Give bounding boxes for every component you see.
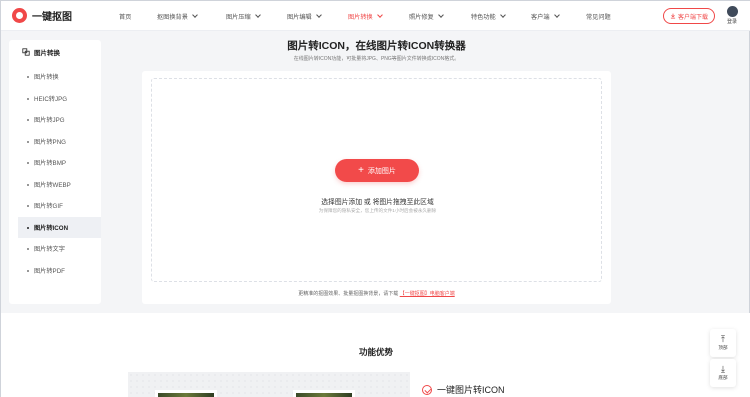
nav-item-faq[interactable]: 常见问题 [586, 1, 611, 31]
nav-item-label: 图片压缩 [226, 13, 251, 21]
main-content: 图片转ICON，在线图片转ICON转换器 在线图片转ICON功能，可批量将JPG… [142, 31, 611, 304]
nav-item-repair[interactable]: 照片修复 [409, 1, 444, 31]
sidebar-item-label: 图片转PNG [34, 138, 66, 146]
chevron-down-icon [254, 11, 261, 18]
sidebar-item-label: 图片转换 [34, 74, 59, 82]
back-to-top-label: 顶部 [718, 345, 728, 350]
page-subtitle: 在线图片转ICON功能，可批量将JPG、PNG等图片文件转换成ICON格式。 [293, 56, 460, 62]
avatar [726, 6, 738, 17]
sidebar-item-label: 图片转GIF [34, 203, 63, 211]
sidebar-item-to-jpg[interactable]: 图片转JPG [9, 109, 101, 131]
sidebar-item-heic-to-jpg[interactable]: HEIC转JPG [9, 88, 101, 110]
nav-item-label: 常见问题 [586, 13, 611, 21]
brand-logo-icon [12, 8, 27, 23]
nav-item-features[interactable]: 特色功能 [471, 1, 506, 31]
arrow-up-icon: ⤒ [721, 334, 725, 344]
feature-title: 一键图片转ICON [437, 385, 505, 395]
nav-item-home[interactable]: 首页 [119, 1, 131, 31]
privacy-note: 为保障您的隐私安全，您上传的文件1小时后会被永久删除 [318, 208, 437, 213]
chevron-down-icon [376, 11, 383, 18]
sidebar-item-to-webp[interactable]: 图片转WEBP [9, 174, 101, 196]
download-label: 客户端下载 [677, 14, 708, 21]
plus-icon: + [358, 164, 364, 176]
sidebar-item-label: 图片转BMP [34, 160, 66, 168]
top-navigation-bar: 一键抠图 首页 抠图换背景 图片压缩 图片编辑 图片转换 照片修复 特色功能 客… [1, 1, 750, 31]
demo-image [155, 390, 217, 397]
nav-item-label: 抠图换背景 [157, 13, 188, 21]
to-bottom-label: 底部 [718, 375, 728, 380]
sidebar-item-to-png[interactable]: 图片转PNG [9, 131, 101, 153]
section-title: 功能优势 [358, 347, 393, 357]
login-label: 登录 [726, 19, 737, 25]
sidebar-item-label: 图片转文字 [34, 246, 65, 254]
nav-item-cutout[interactable]: 抠图换背景 [157, 1, 198, 31]
sidebar-item-to-text[interactable]: 图片转文字 [9, 238, 101, 260]
sidebar-item-label: 图片转ICON [34, 224, 69, 232]
nav-item-label: 图片转换 [348, 13, 373, 21]
nav-item-edit[interactable]: 图片编辑 [287, 1, 322, 31]
sidebar-item-label: HEIC转JPG [34, 95, 68, 103]
chevron-down-icon [437, 11, 444, 18]
client-promo-text: 更精准的抠图效果、批量抠图换背景，请下载 [298, 291, 399, 297]
back-to-top-button[interactable]: ⤒ 顶部 [710, 329, 736, 357]
upload-dropzone[interactable]: + 添加图片 选择图片添加 或 将图片拖拽至此区域 为保障您的隐私安全，您上传的… [151, 78, 602, 282]
add-image-button[interactable]: + 添加图片 [335, 159, 419, 182]
nav-item-label: 客户端 [531, 13, 550, 21]
chevron-down-icon [192, 11, 198, 18]
chevron-down-icon [553, 11, 560, 18]
page-title: 图片转ICON，在线图片转ICON转换器 [287, 40, 466, 52]
sidebar-title: 图片转换 [34, 50, 60, 57]
sidebar-item-to-icon[interactable]: 图片转ICON [18, 216, 101, 238]
sidebar: 图片转换 图片转换 HEIC转JPG 图片转JPG 图片转PNG 图片转BMP … [9, 40, 101, 304]
arrow-down-icon: ⤓ [721, 364, 725, 374]
sidebar-item-label: 图片转JPG [34, 117, 65, 125]
convert-icon [22, 48, 30, 56]
add-image-label: 添加图片 [367, 167, 396, 175]
client-promo-link[interactable]: 【一键抠图】电脑客户端 [400, 291, 455, 297]
demo-preview [128, 372, 410, 397]
login-button[interactable]: 登录 [723, 6, 741, 25]
check-circle-icon [422, 384, 432, 395]
brand-name: 一键抠图 [32, 12, 72, 23]
nav-item-label: 特色功能 [471, 13, 496, 21]
brand-logo[interactable]: 一键抠图 [12, 8, 100, 23]
nav-item-compress[interactable]: 图片压缩 [226, 1, 261, 31]
sidebar-item-image-convert[interactable]: 图片转换 [9, 66, 101, 88]
chevron-down-icon [499, 11, 506, 18]
demo-image [293, 390, 355, 397]
sidebar-item-to-bmp[interactable]: 图片转BMP [9, 152, 101, 174]
features-section: 功能优势 一键图片转ICON [1, 313, 750, 397]
sidebar-item-to-gif[interactable]: 图片转GIF [9, 195, 101, 217]
feature-item: 一键图片转ICON [422, 383, 505, 396]
chevron-down-icon [315, 11, 322, 18]
nav-item-label: 图片编辑 [287, 13, 312, 21]
nav-item-label: 照片修复 [409, 13, 434, 21]
sidebar-item-label: 图片转PDF [34, 267, 65, 275]
client-promo: 更精准的抠图效果、批量抠图换背景，请下载 【一键抠图】电脑客户端 [142, 290, 611, 297]
download-icon [670, 13, 676, 19]
nav-item-label: 首页 [119, 13, 132, 21]
sidebar-item-label: 图片转WEBP [34, 181, 71, 189]
sidebar-header: 图片转换 [9, 40, 101, 64]
drop-hint: 选择图片添加 或 将图片拖拽至此区域 [321, 199, 434, 206]
nav-item-client[interactable]: 客户端 [531, 1, 560, 31]
to-bottom-button[interactable]: ⤓ 底部 [710, 359, 736, 387]
client-download-button[interactable]: 客户端下载 [663, 8, 715, 24]
sidebar-item-to-pdf[interactable]: 图片转PDF [9, 260, 101, 282]
sidebar-list: 图片转换 HEIC转JPG 图片转JPG 图片转PNG 图片转BMP 图片转WE… [9, 66, 101, 281]
nav-item-convert[interactable]: 图片转换 [348, 1, 383, 31]
upload-card: + 添加图片 选择图片添加 或 将图片拖拽至此区域 为保障您的隐私安全，您上传的… [142, 71, 611, 304]
